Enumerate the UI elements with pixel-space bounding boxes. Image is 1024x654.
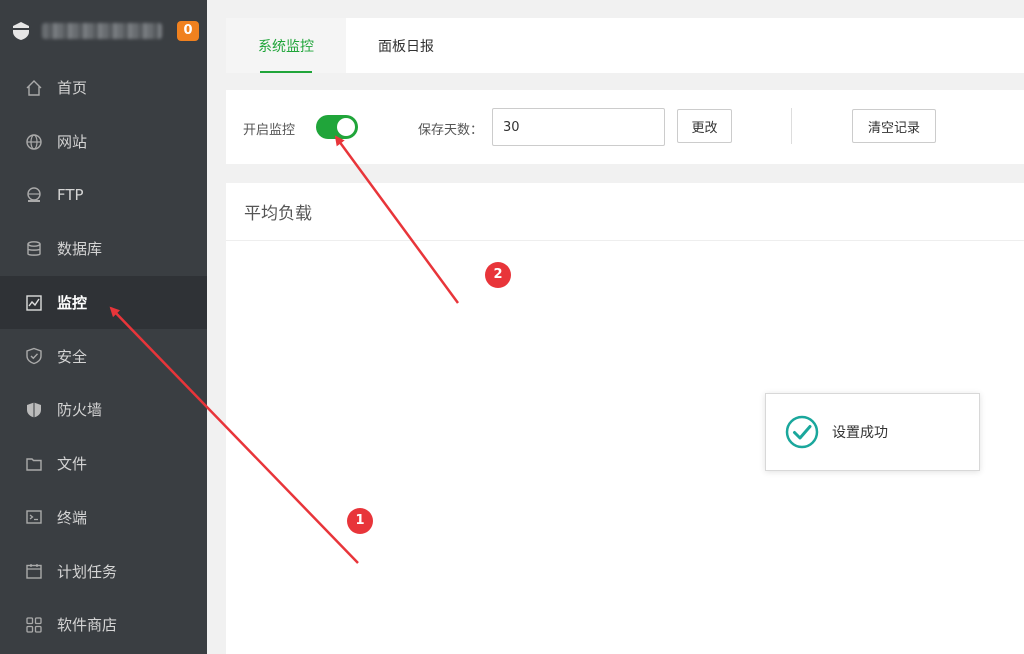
home-icon bbox=[25, 79, 43, 97]
database-icon bbox=[25, 240, 43, 258]
ftp-icon bbox=[25, 186, 43, 204]
sidebar-item-cron[interactable]: 计划任务 bbox=[0, 544, 207, 598]
terminal-icon bbox=[25, 508, 43, 526]
monitor-icon bbox=[25, 294, 43, 312]
sidebar-item-label: 首页 bbox=[57, 79, 88, 98]
annotation-marker-2: 2 bbox=[485, 262, 511, 288]
logo-icon bbox=[10, 20, 32, 42]
sidebar-item-label: 网站 bbox=[57, 133, 88, 152]
sidebar-item-label: 终端 bbox=[57, 508, 88, 527]
firewall-shield-icon bbox=[25, 401, 43, 419]
folder-icon bbox=[25, 455, 43, 473]
tab-bar: 系统监控 面板日报 bbox=[226, 18, 1024, 73]
monitor-settings-bar: 开启监控 保存天数： 更改 清空记录 bbox=[226, 90, 1024, 164]
sidebar-item-label: 软件商店 bbox=[57, 616, 118, 635]
retention-days-label: 保存天数： bbox=[418, 123, 484, 138]
sidebar-item-monitor[interactable]: 监控 bbox=[0, 275, 207, 330]
sidebar-item-home[interactable]: 首页 bbox=[0, 61, 207, 115]
sidebar-item-label: 安全 bbox=[57, 347, 88, 366]
tab-label: 面板日报 bbox=[378, 38, 434, 55]
brand-header: 0 bbox=[0, 0, 207, 61]
grid-icon bbox=[25, 616, 43, 634]
sidebar-item-store[interactable]: 软件商店 bbox=[0, 598, 207, 652]
server-name-blurred bbox=[42, 22, 162, 39]
retention-days-input[interactable] bbox=[492, 108, 665, 146]
enable-monitor-toggle[interactable] bbox=[316, 115, 358, 139]
sidebar-item-firewall[interactable]: 防火墙 bbox=[0, 383, 207, 437]
sidebar-item-ftp[interactable]: FTP bbox=[0, 168, 207, 222]
clear-records-button[interactable]: 清空记录 bbox=[852, 109, 936, 143]
tab-system-monitor[interactable]: 系统监控 bbox=[226, 18, 346, 73]
sidebar-item-label: 文件 bbox=[57, 455, 88, 474]
toggle-knob bbox=[337, 118, 355, 136]
sidebar-item-label: FTP bbox=[57, 186, 84, 205]
divider bbox=[791, 108, 792, 144]
sidebar-item-website[interactable]: 网站 bbox=[0, 115, 207, 169]
sidebar-item-files[interactable]: 文件 bbox=[0, 437, 207, 491]
notification-badge[interactable]: 0 bbox=[177, 21, 199, 41]
sidebar: 0 首页 网站 FTP 数据库 监控 安全 防火墙 文件 终端 计划任务 软件商… bbox=[0, 0, 207, 654]
sidebar-item-terminal[interactable]: 终端 bbox=[0, 491, 207, 545]
change-button[interactable]: 更改 bbox=[677, 109, 732, 143]
annotation-marker-1: 1 bbox=[347, 508, 373, 534]
enable-monitor-label: 开启监控 bbox=[243, 123, 296, 138]
shield-check-icon bbox=[25, 347, 43, 365]
tab-label: 系统监控 bbox=[258, 38, 314, 55]
tab-panel-daily-report[interactable]: 面板日报 bbox=[346, 18, 466, 73]
sidebar-item-label: 防火墙 bbox=[57, 401, 103, 420]
check-circle-icon bbox=[785, 415, 819, 449]
calendar-icon bbox=[25, 562, 43, 580]
sidebar-item-label: 计划任务 bbox=[57, 562, 118, 581]
sidebar-item-label: 数据库 bbox=[57, 240, 103, 259]
toast-message: 设置成功 bbox=[832, 425, 888, 441]
sidebar-item-security[interactable]: 安全 bbox=[0, 329, 207, 383]
sidebar-item-label: 监控 bbox=[57, 294, 88, 313]
sidebar-item-database[interactable]: 数据库 bbox=[0, 222, 207, 276]
success-toast: 设置成功 bbox=[765, 393, 980, 471]
panel-title: 平均负载 bbox=[226, 183, 1024, 241]
globe-icon bbox=[25, 133, 43, 151]
